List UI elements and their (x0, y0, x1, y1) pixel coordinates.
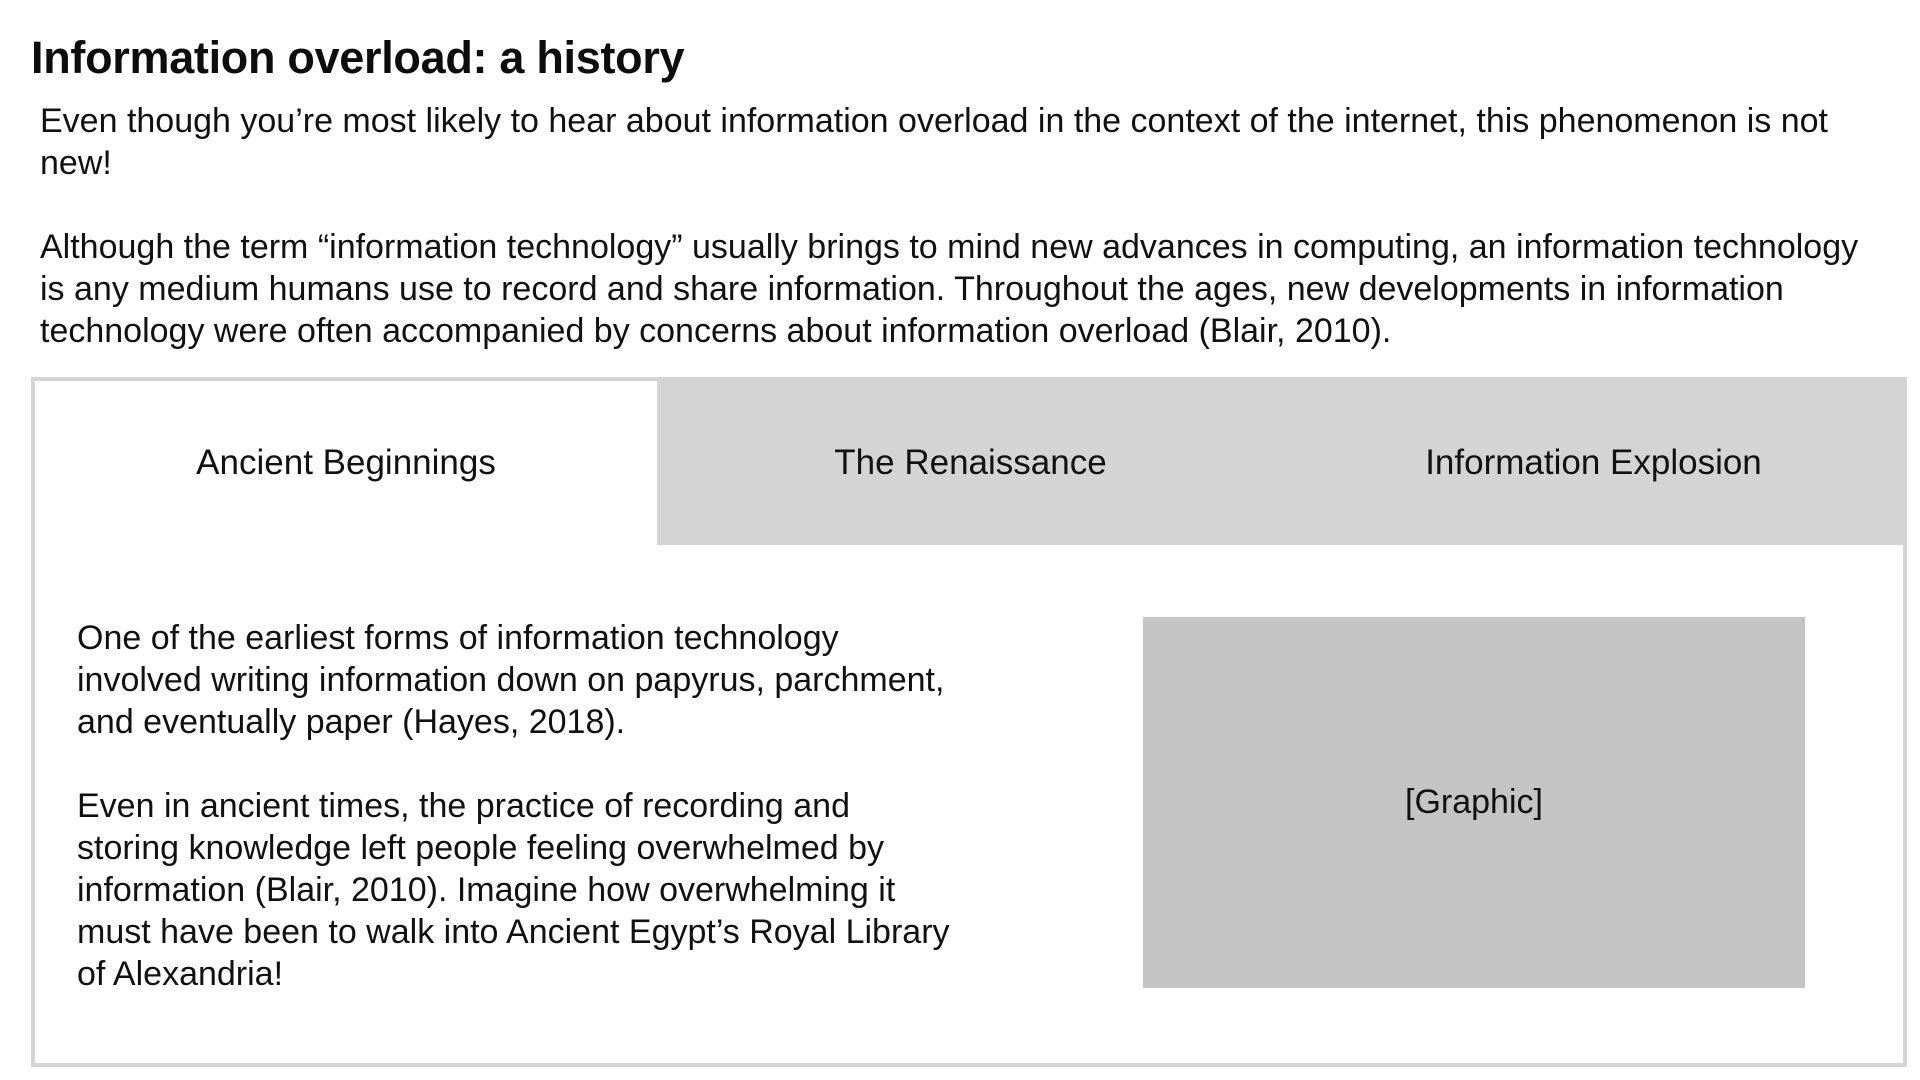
intro-section: Even though you’re most likely to hear a… (40, 100, 1890, 352)
panel-paragraph: One of the earliest forms of information… (77, 619, 945, 741)
intro-paragraph: Even though you’re most likely to hear a… (40, 102, 1828, 182)
graphic-placeholder: [Graphic] (1143, 617, 1805, 988)
panel-paragraph: Even in ancient times, the practice of r… (77, 787, 950, 993)
tab-the-renaissance[interactable]: The Renaissance (657, 381, 1284, 545)
graphic-label: [Graphic] (1405, 783, 1543, 821)
page-title: Information overload: a history (31, 32, 685, 83)
tab-panel: One of the earliest forms of information… (35, 545, 1903, 1063)
panel-text: One of the earliest forms of information… (77, 617, 957, 995)
tab-ancient-beginnings[interactable]: Ancient Beginnings (35, 381, 657, 545)
tab-widget: Ancient Beginnings The Renaissance Infor… (31, 377, 1907, 1067)
tab-bar: Ancient Beginnings The Renaissance Infor… (35, 381, 1903, 545)
tab-information-explosion[interactable]: Information Explosion (1284, 381, 1903, 545)
intro-paragraph: Although the term “information technolog… (40, 228, 1859, 350)
